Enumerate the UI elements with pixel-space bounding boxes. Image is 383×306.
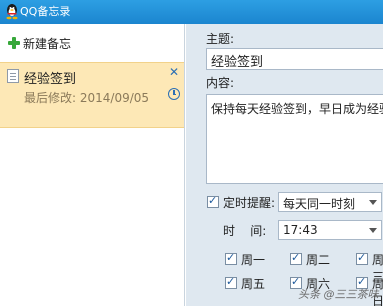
time-label: 时 间:: [223, 224, 267, 238]
subject-label: 主题:: [206, 32, 235, 46]
title-bar: QQ备忘录: [0, 0, 383, 24]
reminder-frequency-select[interactable]: 每天同一时刻: [278, 192, 382, 212]
note-modified-date: 最后修改: 2014/09/05: [24, 91, 150, 105]
note-list-item[interactable]: 经验签到 最后修改: 2014/09/05 ✕: [0, 62, 184, 128]
qq-penguin-icon: [6, 4, 18, 20]
day-checkbox-tue[interactable]: [290, 251, 302, 265]
content-textarea[interactable]: 保持每天经验签到，早日成为经验大: [206, 94, 383, 184]
day-checkbox-fri[interactable]: [225, 275, 237, 289]
content-label: 内容:: [206, 76, 235, 90]
chevron-down-icon: [369, 228, 377, 233]
delete-note-close-icon[interactable]: ✕: [169, 65, 179, 79]
chevron-down-icon: [369, 200, 377, 205]
plus-icon: [8, 37, 20, 49]
reminder-frequency-value: 每天同一时刻: [283, 197, 356, 211]
window-title: QQ备忘录: [20, 5, 71, 18]
watermark-text: 头条 @三三茶味: [298, 288, 379, 301]
new-note-button[interactable]: 新建备忘: [8, 34, 71, 52]
reminder-label: 定时提醒:: [223, 196, 276, 210]
time-value: 17:43: [283, 223, 318, 237]
day-checkbox-wed[interactable]: [356, 251, 368, 265]
day-label-fri: 周五: [241, 277, 266, 291]
note-editor: 主题: 经验签到 内容: 保持每天经验签到，早日成为经验大 定时提醒: 每天同一…: [186, 24, 383, 306]
subject-input[interactable]: 经验签到: [206, 48, 383, 70]
note-title: 经验签到: [24, 72, 77, 87]
day-label-tue: 周二: [306, 253, 331, 267]
time-input[interactable]: 17:43: [278, 220, 382, 240]
notes-sidebar: 新建备忘 经验签到 最后修改: 2014/09/05 ✕: [0, 24, 185, 306]
day-checkbox-mon[interactable]: [225, 251, 237, 265]
reminder-clock-icon[interactable]: [168, 88, 180, 100]
note-document-icon: [7, 69, 19, 83]
day-label-mon: 周一: [241, 253, 266, 267]
reminder-checkbox[interactable]: [207, 194, 219, 208]
new-note-label: 新建备忘: [23, 36, 72, 51]
